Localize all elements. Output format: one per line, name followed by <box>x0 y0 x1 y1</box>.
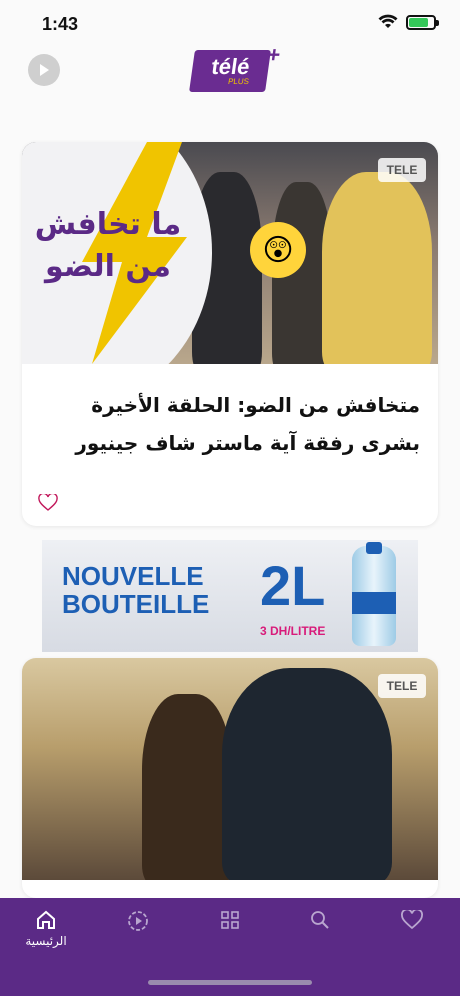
grid-icon <box>221 911 239 929</box>
tab-categories[interactable] <box>200 910 260 930</box>
play-icon <box>40 64 49 76</box>
video-thumbnail[interactable]: ما تخافش من الضو 😲 TELE <box>22 142 438 364</box>
ad-headline: NOUVELLE BOUTEILLE <box>62 561 210 619</box>
video-card[interactable]: ما تخافش من الضو 😲 TELE متخافش من الضو: … <box>22 142 438 526</box>
heart-icon <box>401 910 423 930</box>
logo-plus: + <box>265 42 283 67</box>
tele-watermark: TELE <box>378 158 426 182</box>
ad-banner[interactable]: NOUVELLE BOUTEILLE 2L 3 DH/LITRE <box>42 540 418 652</box>
tab-search[interactable] <box>290 910 350 930</box>
home-indicator <box>148 980 312 985</box>
status-time: 1:43 <box>42 14 79 34</box>
ad-price: 3 DH/LITRE <box>260 624 326 638</box>
heart-icon[interactable] <box>38 494 58 512</box>
tab-home-label: الرئيسية <box>25 934 67 948</box>
app-header: télé PLUS + <box>0 42 460 108</box>
logo-sub: PLUS <box>227 77 250 86</box>
tele-plus-logo: télé PLUS + <box>189 42 282 92</box>
video-thumbnail[interactable]: TELE <box>22 658 438 880</box>
logo-text: télé <box>209 54 252 79</box>
surprised-emoji-icon: 😲 <box>250 222 306 278</box>
video-card[interactable]: TELE <box>22 658 438 898</box>
wifi-icon <box>378 14 398 28</box>
tab-home[interactable]: الرئيسية <box>16 910 76 948</box>
tab-videos[interactable] <box>108 910 168 932</box>
tab-favorites[interactable] <box>382 910 442 930</box>
play-circle-icon <box>128 911 148 931</box>
search-icon <box>311 911 329 929</box>
thumbnail-title: ما تخافش من الضو <box>34 207 182 284</box>
tele-watermark: TELE <box>378 674 426 698</box>
video-title[interactable]: متخافش من الضو: الحلقة الأخيرة بشرى رفقة… <box>40 386 420 462</box>
battery-icon <box>406 14 439 30</box>
status-bar: 1:43 <box>0 0 460 48</box>
home-icon <box>37 910 55 929</box>
ad-size: 2L <box>260 554 326 617</box>
live-play-button[interactable] <box>28 54 60 86</box>
status-icons <box>378 14 439 30</box>
water-bottle-image <box>352 542 396 646</box>
